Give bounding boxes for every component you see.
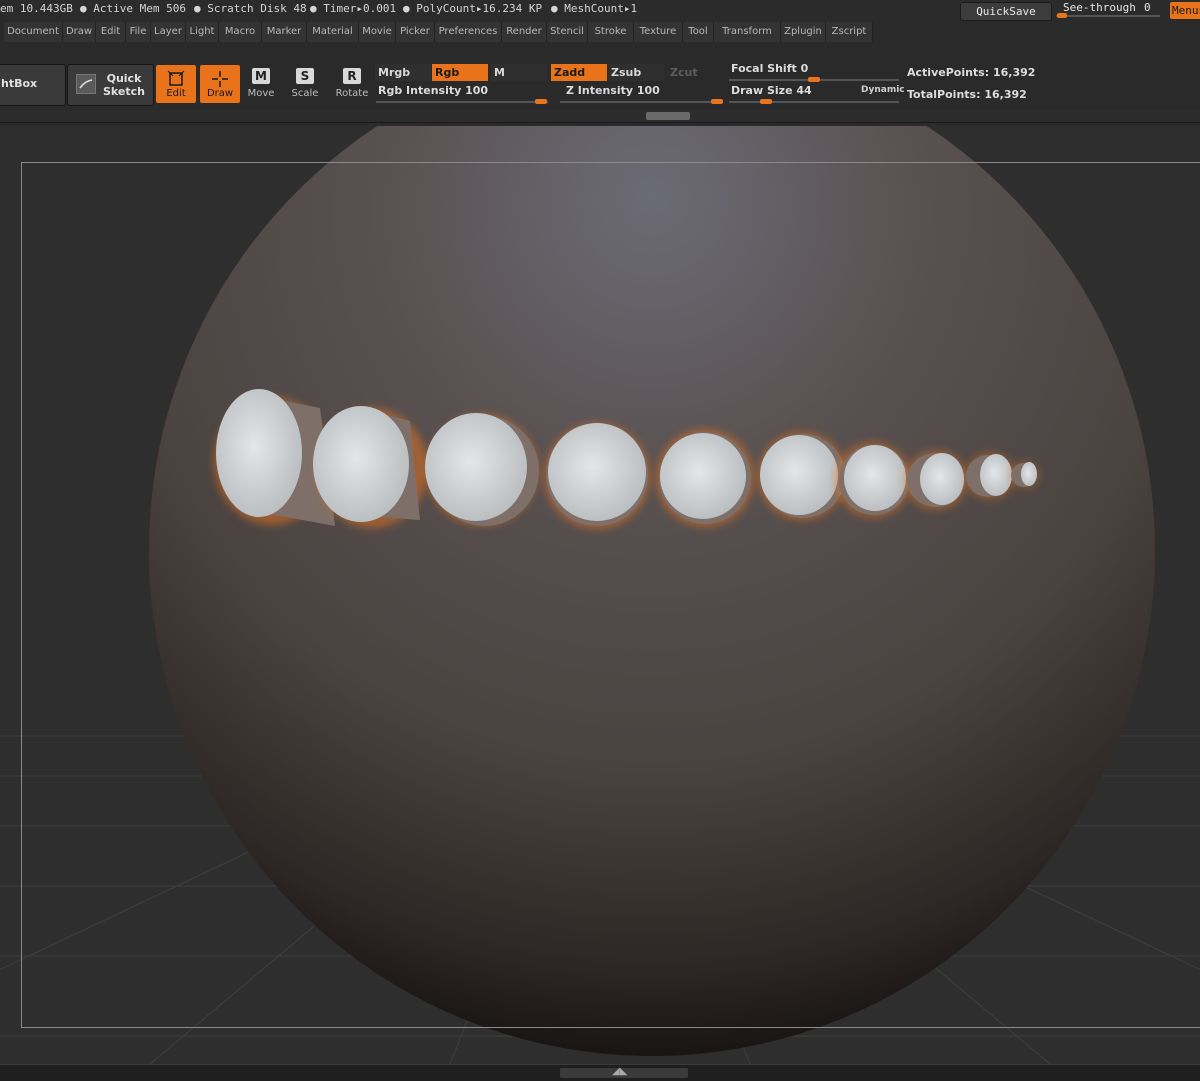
timer-readout: ● Timer▸0.001 xyxy=(310,2,397,15)
draw-label: Draw xyxy=(206,88,234,99)
menu-edit[interactable]: Edit xyxy=(96,22,126,42)
rgb-intensity-slider[interactable]: Rgb Intensity 100 xyxy=(378,84,488,97)
lightbox-button[interactable]: htBox xyxy=(0,64,66,106)
active-mem-readout: ● Active Mem 506 xyxy=(80,2,186,15)
draw-size-track[interactable] xyxy=(729,101,899,103)
focal-shift-knob[interactable] xyxy=(808,77,820,82)
menu-movie[interactable]: Movie xyxy=(359,22,396,42)
active-points-value: 16,392 xyxy=(992,66,1036,79)
menu-draw[interactable]: Draw xyxy=(63,22,96,42)
zcut-button[interactable]: Zcut xyxy=(667,64,723,81)
menu-marker[interactable]: Marker xyxy=(262,22,307,42)
memory-readout: em 10.443GB xyxy=(0,2,73,15)
menu-layer[interactable]: Layer xyxy=(151,22,186,42)
draw-size-label: Draw Size xyxy=(731,84,793,97)
zadd-button[interactable]: Zadd xyxy=(551,64,607,81)
menu-stencil[interactable]: Stencil xyxy=(547,22,588,42)
status-bar: em 10.443GB ● Active Mem 506 ● Scratch D… xyxy=(0,0,1200,21)
quick-sketch-button[interactable]: Quick Sketch xyxy=(67,64,154,106)
scroll-thumb[interactable] xyxy=(646,112,690,120)
menu-zplugin[interactable]: Zplugin xyxy=(781,22,826,42)
move-button[interactable]: M Move xyxy=(241,68,281,106)
move-icon: M xyxy=(252,68,270,84)
z-intensity-label: Z Intensity xyxy=(566,84,634,97)
quick-sketch-line2: Sketch xyxy=(102,85,145,98)
menu-render[interactable]: Render xyxy=(502,22,547,42)
polycount-readout: ● PolyCount▸16.234 KP xyxy=(403,2,543,15)
meshcount-readout: ● MeshCount▸1 xyxy=(551,2,638,15)
z-intensity-track[interactable] xyxy=(560,101,723,103)
menu-macro[interactable]: Macro xyxy=(219,22,262,42)
draw-size-value: 44 xyxy=(796,84,812,97)
menu-texture[interactable]: Texture xyxy=(634,22,683,42)
edit-frame-icon xyxy=(167,70,185,86)
scale-label: Scale xyxy=(291,88,319,99)
menus-button[interactable]: Menus xyxy=(1170,2,1200,19)
zsub-button[interactable]: Zsub xyxy=(608,64,664,81)
rgb-intensity-track[interactable] xyxy=(376,101,548,103)
mrgb-button[interactable]: Mrgb xyxy=(375,64,431,81)
menu-tool[interactable]: Tool xyxy=(683,22,714,42)
rgb-button[interactable]: Rgb xyxy=(432,64,488,81)
quick-sketch-icon xyxy=(76,74,96,94)
active-points-readout: ActivePoints: 16,392 xyxy=(907,66,1035,79)
see-through-slider-track[interactable] xyxy=(1056,15,1160,17)
menu-bar: Document Draw Edit File Layer Light Macr… xyxy=(0,22,1200,44)
expand-arrows-icon[interactable]: ◢◣ xyxy=(612,1067,627,1077)
menu-preferences[interactable]: Preferences xyxy=(435,22,502,42)
z-intensity-value: 100 xyxy=(636,84,660,97)
scratch-disk-readout: ● Scratch Disk 48 xyxy=(194,2,307,15)
see-through-slider-knob[interactable] xyxy=(1057,13,1067,18)
menu-document[interactable]: Document xyxy=(4,22,63,42)
menu-picker[interactable]: Picker xyxy=(396,22,435,42)
draw-size-slider[interactable]: Draw Size 44 xyxy=(731,84,812,97)
menu-transform[interactable]: Transform xyxy=(714,22,781,42)
see-through-value: 0 xyxy=(1144,1,1151,14)
quick-sketch-line1: Quick xyxy=(106,72,142,85)
m-button[interactable]: M xyxy=(491,64,547,81)
focal-shift-value: 0 xyxy=(800,62,809,75)
z-intensity-slider[interactable]: Z Intensity 100 xyxy=(566,84,660,97)
rotate-button[interactable]: R Rotate xyxy=(332,68,372,106)
focal-shift-slider[interactable]: Focal Shift 0 xyxy=(731,62,808,75)
quicksave-button[interactable]: QuickSave xyxy=(960,2,1052,21)
rgb-intensity-value: 100 xyxy=(465,84,489,97)
canvas-viewport[interactable] xyxy=(0,126,1200,1064)
focal-shift-label: Focal Shift xyxy=(731,62,797,75)
document-frame xyxy=(21,162,1200,1028)
total-points-value: 16,392 xyxy=(984,88,1027,101)
menu-material[interactable]: Material xyxy=(307,22,359,42)
total-points-label: TotalPoints: xyxy=(907,88,981,101)
menu-stroke[interactable]: Stroke xyxy=(588,22,634,42)
rotate-icon: R xyxy=(343,68,361,84)
lightbox-label: htBox xyxy=(1,77,38,90)
tray-strip xyxy=(0,110,1200,123)
z-intensity-knob[interactable] xyxy=(711,99,723,104)
rgb-intensity-label: Rgb Intensity xyxy=(378,84,462,97)
toolbar: htBox Quick Sketch Edit Draw M Move S Sc… xyxy=(0,60,1200,110)
menu-zscript[interactable]: Zscript xyxy=(826,22,873,42)
rgb-intensity-knob[interactable] xyxy=(535,99,547,104)
edit-label: Edit xyxy=(166,88,186,99)
move-label: Move xyxy=(247,88,275,99)
draw-size-knob[interactable] xyxy=(760,99,772,104)
scale-button[interactable]: S Scale xyxy=(285,68,325,106)
rotate-label: Rotate xyxy=(335,88,369,99)
total-points-readout: TotalPoints: 16,392 xyxy=(907,88,1027,101)
draw-button[interactable]: Draw xyxy=(200,65,240,103)
draw-crosshair-icon xyxy=(212,71,228,87)
see-through-label: See-through xyxy=(1063,1,1136,14)
active-points-label: ActivePoints: xyxy=(907,66,990,79)
menu-file[interactable]: File xyxy=(126,22,151,42)
bottom-tray-bar: ◢◣ xyxy=(0,1064,1200,1081)
scale-icon: S xyxy=(296,68,314,84)
menu-light[interactable]: Light xyxy=(186,22,219,42)
edit-button[interactable]: Edit xyxy=(156,65,196,103)
dynamic-toggle[interactable]: Dynamic xyxy=(861,85,905,95)
